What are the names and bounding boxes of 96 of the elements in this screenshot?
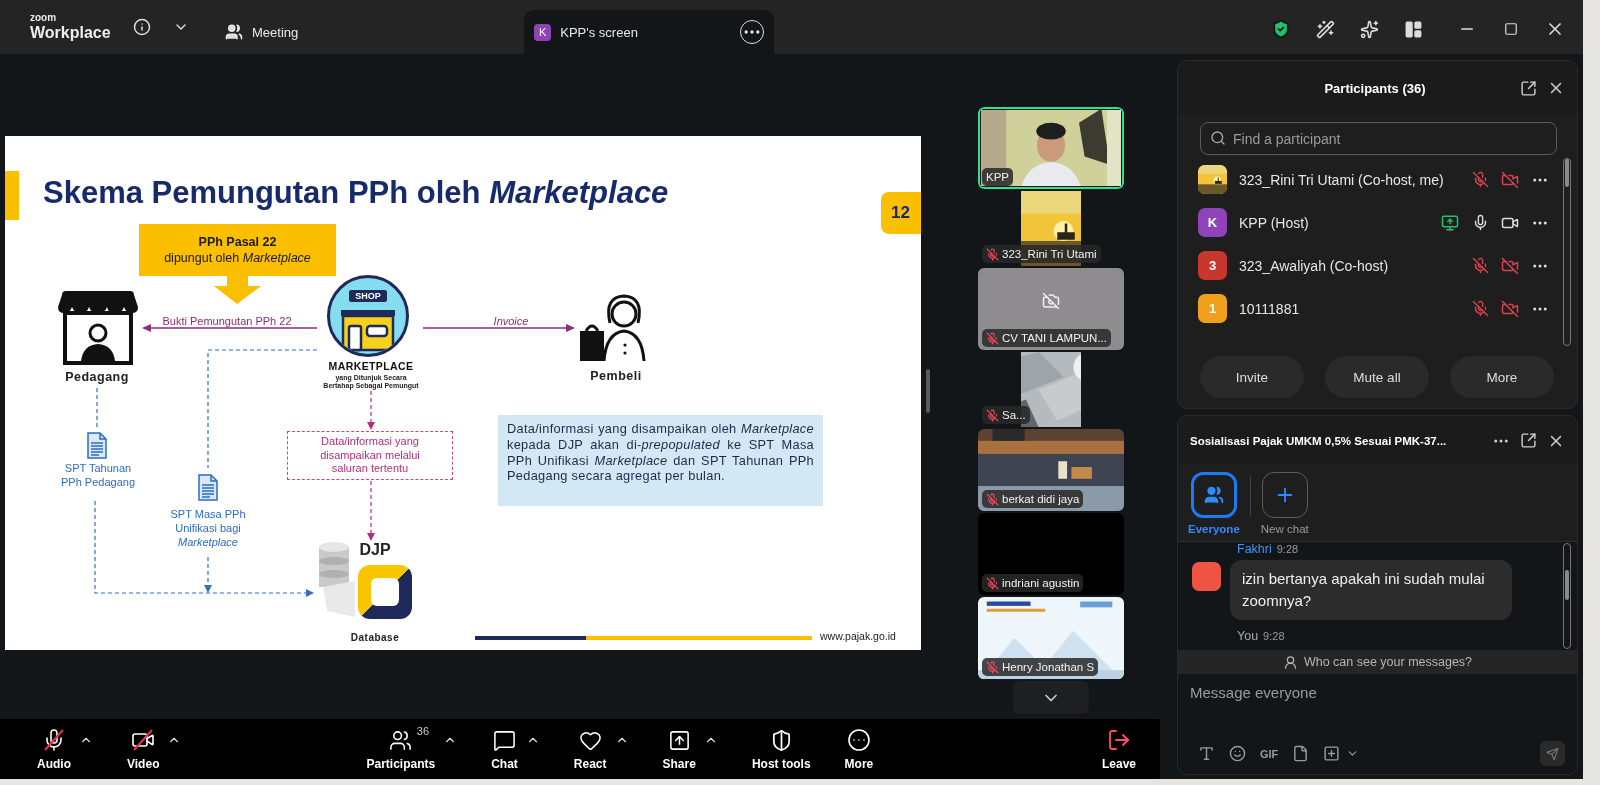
accent-bar: [5, 171, 19, 220]
node-label: MARKETPLACE: [328, 360, 414, 372]
database-icon: [317, 541, 355, 617]
search-field[interactable]: Find a participant: [1200, 122, 1557, 155]
sender-name: Fakhri: [1237, 542, 1272, 556]
screenshot-icon[interactable]: [1323, 745, 1341, 762]
participant-row[interactable]: 1 10111881: [1178, 287, 1563, 330]
muted-microphone-icon: [41, 727, 67, 753]
message-time: 9:28: [1263, 630, 1285, 642]
file-icon[interactable]: [1292, 745, 1310, 762]
dashed-connector: [96, 387, 98, 429]
callout-text: dipungut oleh Marketplace: [164, 251, 311, 265]
document-icon: [86, 432, 108, 459]
participant-name: indriani agustin: [1002, 577, 1080, 589]
participant-name: Sa...: [1002, 409, 1026, 421]
document-label: SPT Masa PPh Unifikasi bagi Marketplace: [169, 507, 247, 549]
participant-row[interactable]: K KPP (Host): [1178, 201, 1563, 244]
avatar: K: [1198, 208, 1227, 237]
info-text: Data/informasi yang disampaikan oleh Marketplace kepada DJP akan di-prepopulated ke SPT Masa PPh Unifikasi Marketplace dan SPT Tahunan PPh Pedagang secara agregat per bulan.: [507, 421, 814, 484]
search-icon: [1210, 130, 1226, 146]
video-off-icon[interactable]: [1501, 256, 1519, 275]
participant-name: Henry Jonathan S: [1002, 661, 1095, 673]
panel-button[interactable]: Mute all: [1325, 356, 1429, 398]
muted-microphone-icon[interactable]: [1471, 171, 1489, 188]
dashed-arrow: [367, 390, 375, 430]
chat-title: Sosialisasi Pajak UMKM 0,5% Sesuai PMK-37...: [1190, 434, 1448, 447]
logo-text: zoom: [30, 12, 58, 23]
send-icon: [1546, 746, 1559, 761]
toolbar-button[interactable]: Share: [662, 719, 696, 771]
muted-microphone-icon[interactable]: [1471, 257, 1489, 274]
text-format-icon[interactable]: [1198, 745, 1215, 762]
panel-button[interactable]: Invite: [1200, 356, 1304, 398]
pop-out-icon[interactable]: [1520, 432, 1537, 449]
toolbar-button[interactable]: More: [844, 719, 874, 771]
logo-text: DJP: [359, 541, 391, 558]
avatar: 1: [1198, 294, 1227, 323]
toolbar-button[interactable]: Host tools: [751, 719, 811, 771]
participant-name: KPP (Host): [1239, 214, 1310, 231]
shop-sign: SHOP: [349, 290, 387, 302]
exit-icon: [1106, 727, 1132, 753]
participant-row[interactable]: 323_Rini Tri Utami (Co-host, me): [1178, 158, 1563, 201]
send-button[interactable]: [1540, 741, 1565, 766]
pop-out-icon[interactable]: [1520, 79, 1537, 97]
people-icon: [225, 23, 243, 41]
message-field[interactable]: Message everyone: [1190, 684, 1565, 701]
participant-name: CV TANI LAMPUN...: [1002, 332, 1107, 344]
participant-name: 323_Awaliyah (Co-host): [1239, 257, 1390, 274]
sender-name: You: [1237, 629, 1259, 643]
message-bubble: izin bertanya apakah ini sudah mulai zoomnya?: [1230, 560, 1512, 620]
node-label: Pedagang: [65, 370, 129, 384]
document-label: SPT Tahunan PPh Pedagang: [60, 461, 136, 489]
avatar: 3: [1198, 251, 1227, 280]
arrow-label: Bukti Pemungutan PPh 22: [162, 315, 292, 327]
gif-button[interactable]: GIF: [1260, 747, 1279, 760]
participant-name: KPP: [986, 171, 1009, 183]
video-off-icon[interactable]: [1501, 170, 1519, 189]
more-icon: [845, 727, 872, 753]
message-time: 9:28: [1276, 543, 1299, 555]
video-off-icon: [130, 727, 157, 753]
muted-microphone-icon[interactable]: [1471, 300, 1489, 317]
toolbar-button[interactable]: Audio: [37, 719, 71, 771]
tab[interactable]: K KPP's screen: [524, 10, 775, 54]
market-stall-icon: [56, 291, 140, 365]
participant-name: 323_Rini Tri Utami: [1002, 248, 1097, 260]
toolbar-button[interactable]: Leave: [1101, 719, 1136, 771]
participant-row[interactable]: 3 323_Awaliyah (Co-host): [1178, 244, 1563, 287]
toolbar-button[interactable]: Video: [127, 719, 160, 771]
participant-name: berkat didi jaya: [1002, 493, 1080, 505]
node-label: Pembeli: [590, 369, 642, 383]
website-text: www.pajak.go.id: [820, 630, 896, 642]
logo-icon: [357, 564, 413, 620]
box-text: Data/informasi yang disampaikan melalui saluran tertentu: [319, 435, 421, 476]
emoji-icon[interactable]: [1229, 745, 1246, 762]
video-off-icon[interactable]: [1501, 299, 1519, 318]
document-icon: [197, 474, 219, 501]
arrow-label: Invoice: [493, 315, 529, 327]
panel-button[interactable]: More: [1450, 356, 1554, 398]
camera-off-icon: [1042, 291, 1060, 310]
tab[interactable]: Meeting: [215, 10, 309, 54]
callout-title: PPh Pasal 22: [198, 235, 277, 249]
participant-name: 10111881: [1239, 300, 1301, 317]
page-number: 12: [881, 192, 921, 234]
toolbar-button[interactable]: React: [573, 719, 607, 771]
node-label: Database: [350, 632, 400, 643]
avatar: K: [534, 23, 552, 41]
people-icon: [1203, 485, 1224, 505]
visibility-icon: [1282, 654, 1298, 670]
panel-title: Participants (36): [1323, 80, 1427, 96]
resize-handle[interactable]: [926, 369, 930, 413]
participant-name: 323_Rini Tri Utami (Co-host, me): [1239, 171, 1445, 188]
toolbar-button[interactable]: Chat: [491, 719, 518, 771]
logo-text: Workplace: [30, 22, 112, 42]
dashed-arrow: [367, 480, 375, 541]
participant-count: 36: [416, 725, 430, 737]
slide-title: Skema Pemungutan PPh oleh Marketplace: [43, 175, 669, 211]
toolbar-button[interactable]: Participants 36: [366, 719, 436, 771]
